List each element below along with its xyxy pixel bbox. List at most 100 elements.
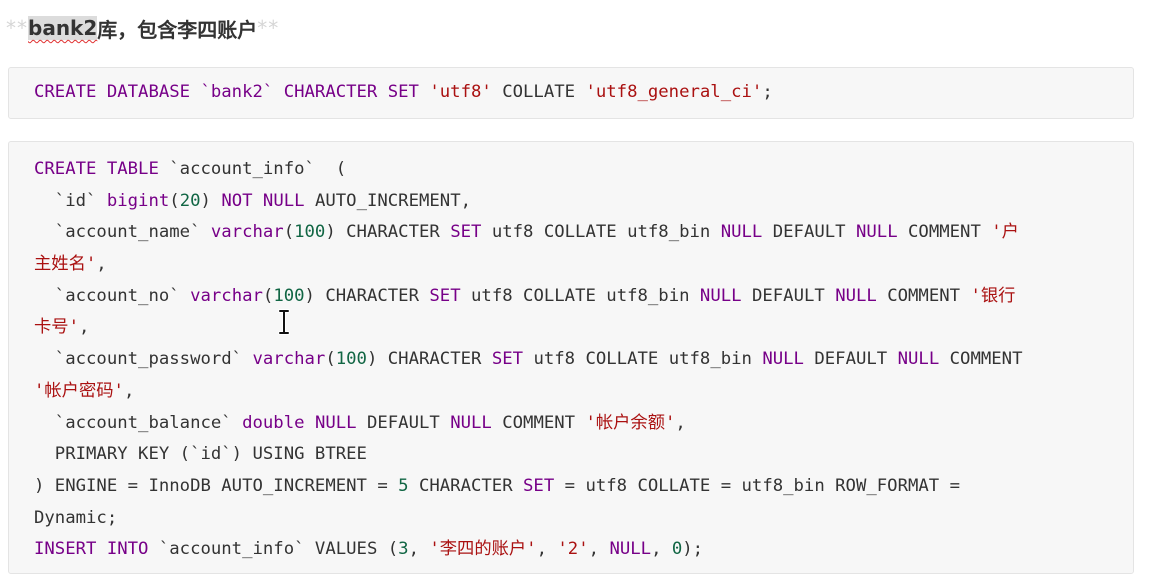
code-token: 'utf8' bbox=[429, 82, 492, 102]
code-token: varchar bbox=[252, 349, 326, 369]
code-line: PRIMARY KEY (`id`) USING BTREE bbox=[34, 441, 367, 467]
code-token: `account_info` VALUES ( bbox=[148, 539, 399, 559]
code-token: Dynamic; bbox=[34, 508, 118, 528]
code-token: , bbox=[651, 539, 672, 559]
code-token: utf8 COLLATE utf8_bin bbox=[460, 286, 700, 306]
code-token: COLLATE bbox=[491, 82, 586, 102]
code-token: 5 bbox=[398, 476, 409, 496]
code-token: PRIMARY KEY (`id`) USING BTREE bbox=[34, 444, 367, 464]
code-line: `account_password` varchar(100) CHARACTE… bbox=[34, 346, 1023, 372]
code-token: NULL bbox=[720, 222, 763, 242]
code-line: CREATE DATABASE `bank2` CHARACTER SET 'u… bbox=[34, 82, 773, 102]
code-line: 主姓名', bbox=[34, 251, 107, 277]
code-token: CREATE DATABASE `bank2` bbox=[34, 82, 284, 102]
code-token: utf8 COLLATE utf8_bin bbox=[481, 222, 721, 242]
code-token: `account_password` bbox=[34, 349, 253, 369]
code-token: NULL bbox=[897, 349, 940, 369]
code-block-create-table[interactable]: CREATE TABLE `account_info` ( `id` bigin… bbox=[8, 141, 1134, 574]
code-token: NOT NULL bbox=[221, 191, 305, 211]
code-token: ; bbox=[762, 82, 773, 102]
code-line: ) ENGINE = InnoDB AUTO_INCREMENT = 5 CHA… bbox=[34, 473, 960, 499]
code-token: `account_info` ( bbox=[158, 159, 347, 179]
heading-highlighted-word: bank2 bbox=[28, 16, 98, 40]
code-token: , bbox=[78, 317, 90, 337]
heading-prefix-marks: ** bbox=[6, 16, 28, 40]
code-token: , bbox=[96, 254, 107, 274]
code-token: ); bbox=[682, 539, 704, 559]
code-token: CHARACTER bbox=[408, 476, 524, 496]
code-token: NULL bbox=[314, 413, 357, 433]
code-token: `account_no` bbox=[34, 286, 191, 306]
code-token: `id` bbox=[34, 191, 107, 211]
code-token: varchar bbox=[190, 286, 263, 306]
code-token: 0 bbox=[671, 539, 683, 559]
code-token: , bbox=[675, 413, 686, 433]
code-line: INSERT INTO `account_info` VALUES (3, '李… bbox=[34, 536, 703, 562]
code-line: `account_balance` double NULL DEFAULT NU… bbox=[34, 410, 686, 436]
code-token: COMMENT bbox=[876, 286, 971, 306]
code-token: ( bbox=[325, 349, 336, 369]
code-token: 'utf8_general_ci' bbox=[585, 82, 763, 102]
code-line: Dynamic; bbox=[34, 505, 117, 531]
code-token: INSERT INTO bbox=[34, 539, 149, 559]
code-token: NULL bbox=[699, 286, 742, 306]
code-token: 100 bbox=[273, 286, 305, 306]
code-token: bigint bbox=[106, 191, 170, 211]
code-token: ) bbox=[200, 191, 222, 211]
code-line: `account_name` varchar(100) CHARACTER SE… bbox=[34, 219, 1019, 245]
code-token: ) CHARACTER bbox=[304, 286, 430, 306]
code-token: SET bbox=[429, 286, 461, 306]
code-token: double bbox=[242, 413, 305, 433]
code-token: utf8 COLLATE utf8_bin bbox=[523, 349, 763, 369]
code-token: varchar bbox=[210, 222, 284, 242]
code-token: NULL bbox=[835, 286, 877, 306]
code-token: DEFAULT bbox=[741, 286, 836, 306]
code-token: , bbox=[536, 539, 558, 559]
code-token: SET bbox=[523, 476, 555, 496]
code-token: ( bbox=[169, 191, 180, 211]
code-token: COMMENT bbox=[897, 222, 992, 242]
code-token: SET bbox=[450, 222, 482, 242]
code-token: DEFAULT bbox=[356, 413, 451, 433]
page: ** bank2 库，包含李四账户 ** CREATE DATABASE `bank2… bbox=[0, 0, 1152, 587]
code-token: '户 bbox=[991, 222, 1019, 242]
code-token: NULL bbox=[450, 413, 492, 433]
heading-suffix-marks: ** bbox=[257, 16, 280, 40]
code-token: 20 bbox=[179, 191, 201, 211]
code-token: '帐户密码' bbox=[34, 381, 124, 401]
code-token: 3 bbox=[398, 539, 409, 559]
code-token: NULL bbox=[855, 222, 898, 242]
code-token: '李四的账户' bbox=[429, 539, 537, 559]
code-token: DEFAULT bbox=[762, 222, 856, 242]
code-token: `account_name` bbox=[34, 222, 211, 242]
code-token: ( bbox=[283, 222, 295, 242]
code-token: NULL bbox=[609, 539, 652, 559]
code-token: NULL bbox=[762, 349, 804, 369]
heading-text: 库，包含李四账户 bbox=[97, 17, 258, 42]
code-line: `id` bigint(20) NOT NULL AUTO_INCREMENT, bbox=[34, 188, 471, 214]
code-token: '银行 bbox=[970, 286, 1016, 306]
code-token: COMMENT bbox=[491, 413, 586, 433]
code-token: 主姓名' bbox=[34, 254, 97, 274]
code-token: SET bbox=[491, 349, 524, 369]
code-token: ) ENGINE = InnoDB AUTO_INCREMENT = bbox=[34, 476, 399, 496]
code-line: '帐户密码', bbox=[34, 378, 134, 404]
code-token: , bbox=[123, 381, 135, 401]
code-line: CREATE TABLE `account_info` ( bbox=[34, 156, 346, 182]
code-token: ( bbox=[262, 286, 274, 306]
code-token: DEFAULT bbox=[803, 349, 898, 369]
code-token: `account_balance` bbox=[34, 413, 243, 433]
code-token: ) CHARACTER bbox=[325, 222, 451, 242]
code-token: = utf8 COLLATE = utf8_bin ROW_FORMAT = bbox=[554, 476, 960, 496]
code-token: 100 bbox=[294, 222, 326, 242]
code-token: COMMENT bbox=[939, 349, 1023, 369]
code-token: 卡号' bbox=[34, 317, 79, 337]
code-token: CREATE TABLE bbox=[34, 159, 159, 179]
code-token: , bbox=[588, 539, 610, 559]
code-token: CHARACTER SET bbox=[283, 82, 419, 102]
code-block-create-database[interactable]: CREATE DATABASE `bank2` CHARACTER SET 'u… bbox=[8, 67, 1134, 119]
code-token: , bbox=[408, 539, 430, 559]
code-line: `account_no` varchar(100) CHARACTER SET … bbox=[34, 283, 1016, 309]
